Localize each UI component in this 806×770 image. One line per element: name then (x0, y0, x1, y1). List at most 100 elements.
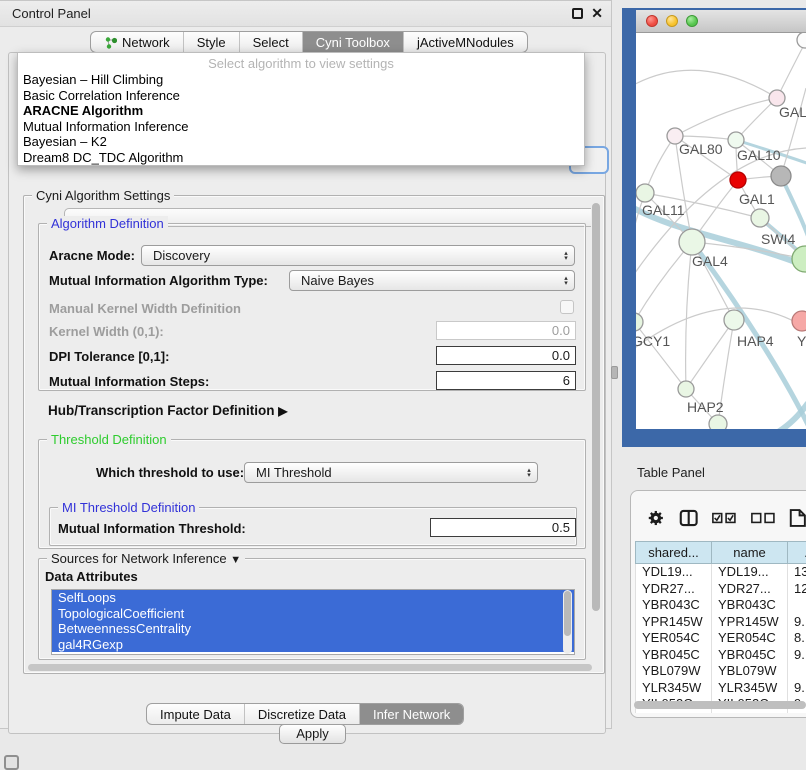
gear-icon[interactable] (647, 508, 665, 528)
table-hscrollbar[interactable] (634, 701, 806, 709)
algorithm-option[interactable]: Dream8 DC_TDC Algorithm (18, 150, 584, 166)
sources-group-title[interactable]: Sources for Network Inference ▼ (47, 551, 245, 568)
table-row[interactable]: YBR043CYBR043C (636, 597, 806, 614)
tab-impute-data[interactable]: Impute Data (147, 704, 244, 724)
table-row[interactable]: YBL079WYBL079W (636, 663, 806, 680)
checked-pair-icon[interactable] (712, 511, 737, 525)
tab-label: Cyni Toolbox (316, 35, 390, 50)
mi-threshold-field[interactable]: 0.5 (430, 518, 576, 537)
table-cell: 9. (788, 680, 806, 697)
settings-hscrollbar[interactable] (28, 664, 592, 671)
split-columns-icon[interactable] (679, 508, 698, 528)
aracne-mode-select[interactable]: Discovery ▴▾ (141, 245, 575, 266)
tab-infer-network[interactable]: Infer Network (359, 704, 463, 724)
network-edge[interactable] (675, 136, 736, 140)
table-row[interactable]: YER054CYER054C8. (636, 630, 806, 647)
tab-discretize-data[interactable]: Discretize Data (244, 704, 359, 724)
which-threshold-select[interactable]: MI Threshold ▴▾ (244, 462, 538, 483)
algorithm-option[interactable]: Bayesian – Hill Climbing (18, 72, 584, 88)
data-attributes-label: Data Attributes (45, 569, 138, 584)
restore-panel-icon[interactable] (4, 755, 19, 770)
table-row[interactable]: YPR145WYPR145W9. (636, 614, 806, 631)
network-view-window: GALGAL80GAL10GAL1GAL11SWI4GAL4GCY1HAP4YH… (622, 8, 806, 447)
column-header[interactable]: name (712, 542, 788, 564)
network-node-gal4[interactable] (679, 229, 705, 255)
mi-steps-field[interactable]: 6 (436, 371, 576, 390)
mi-algorithm-type-select[interactable]: Naive Bayes ▴▾ (289, 270, 575, 291)
tab-select[interactable]: Select (239, 32, 302, 52)
table-row[interactable]: YDL19...YDL19...13 (636, 564, 806, 581)
tab-style[interactable]: Style (183, 32, 239, 52)
manual-kernel-checkbox[interactable] (560, 300, 574, 314)
network-edge[interactable] (736, 98, 777, 140)
network-node[interactable] (771, 166, 791, 186)
split-pane-grip[interactable] (611, 366, 618, 379)
attribute-list-item[interactable]: gal4RGexp (52, 637, 574, 653)
network-canvas[interactable]: GALGAL80GAL10GAL1GAL11SWI4GAL4GCY1HAP4YH… (636, 33, 806, 429)
tab-network[interactable]: Network (91, 32, 183, 52)
network-edge[interactable] (675, 98, 777, 136)
collapse-arrow-icon: ▼ (230, 554, 241, 566)
node-attribute-table[interactable]: shared...nameA YDL19...YDL19...13YDR27..… (635, 541, 806, 713)
close-icon[interactable]: ✕ (591, 5, 603, 22)
table-cell: YBL079W (712, 663, 788, 680)
network-node-gal11[interactable] (636, 184, 654, 202)
float-window-icon[interactable] (572, 8, 583, 19)
table-cell: YBR045C (712, 647, 788, 664)
algorithm-option[interactable]: ARACNE Algorithm (18, 103, 584, 119)
table-row[interactable]: YBR045CYBR045C9. (636, 647, 806, 664)
kernel-width-field[interactable]: 0.0 (436, 321, 576, 340)
algorithm-definition-title: Algorithm Definition (47, 216, 168, 231)
control-panel-tabbar: NetworkStyleSelect Cyni Toolbox jActiveMNo… (90, 31, 528, 53)
attribute-list-item[interactable]: BetweennessCentrality (52, 621, 574, 637)
network-edge[interactable] (777, 41, 806, 98)
table-cell: 13 (788, 564, 806, 581)
column-header[interactable]: A (788, 542, 806, 564)
network-edge[interactable] (636, 70, 777, 98)
attribute-list-item[interactable]: SelfLoops (52, 590, 574, 606)
algorithm-option[interactable]: Bayesian – K2 (18, 134, 584, 150)
table-cell: YBR045C (636, 647, 712, 664)
table-cell: YDL19... (636, 564, 712, 581)
hub-section-label[interactable]: Hub/Transcription Factor Definition ▶ (48, 403, 288, 418)
network-node-gcy1[interactable] (636, 313, 643, 331)
attribute-list-item[interactable]: TopologicalCoefficient (52, 606, 574, 622)
apply-button[interactable]: Apply (279, 724, 346, 744)
network-node-swi4[interactable] (751, 209, 769, 227)
control-panel-window: Control Panel ✕ NetworkStyleSelectCyni T… (0, 0, 612, 729)
network-edge[interactable] (636, 242, 692, 322)
table-row[interactable]: YDR27...YDR27...12 (636, 581, 806, 598)
network-node-gal10[interactable] (728, 132, 744, 148)
settings-scrollbar[interactable] (591, 201, 601, 666)
close-traffic-light-icon[interactable] (646, 15, 658, 27)
network-edge[interactable] (645, 136, 675, 193)
tab-cyni-toolbox[interactable]: Cyni Toolbox (302, 32, 403, 52)
zoom-traffic-light-icon[interactable] (686, 15, 698, 27)
unchecked-pair-icon[interactable] (751, 511, 776, 525)
dpi-tolerance-field[interactable]: 0.0 (436, 346, 576, 365)
algorithm-option[interactable]: Basic Correlation Inference (18, 88, 584, 104)
table-row[interactable]: YLR345WYLR345W9. (636, 680, 806, 697)
network-icon (104, 36, 117, 49)
network-node[interactable] (797, 33, 806, 48)
document-icon[interactable] (789, 507, 806, 529)
network-edge[interactable] (686, 320, 734, 389)
tab-jactivemnodules[interactable]: jActiveMNodules (403, 32, 527, 52)
column-header[interactable]: shared... (636, 542, 712, 564)
table-panel-title: Table Panel (637, 460, 705, 486)
threshold-definition-group: Threshold Definition Which threshold to … (38, 439, 586, 549)
attributes-list-scrollbar[interactable] (563, 590, 572, 654)
network-node-gal1[interactable] (730, 172, 746, 188)
network-window-titlebar[interactable] (636, 10, 806, 33)
table-cell: YER054C (712, 630, 788, 647)
table-cell: YBR043C (712, 597, 788, 614)
network-node-y[interactable] (792, 311, 806, 331)
minimize-traffic-light-icon[interactable] (666, 15, 678, 27)
mi-type-label: Mutual Information Algorithm Type: (49, 273, 268, 288)
data-attributes-list[interactable]: SelfLoopsTopologicalCoefficientBetweenne… (51, 589, 575, 655)
network-node[interactable] (709, 415, 727, 429)
algorithm-option[interactable]: Mutual Information Inference (18, 119, 584, 135)
network-node-hap2[interactable] (678, 381, 694, 397)
tab-label: Impute Data (160, 707, 231, 722)
network-node-hap4[interactable] (724, 310, 744, 330)
